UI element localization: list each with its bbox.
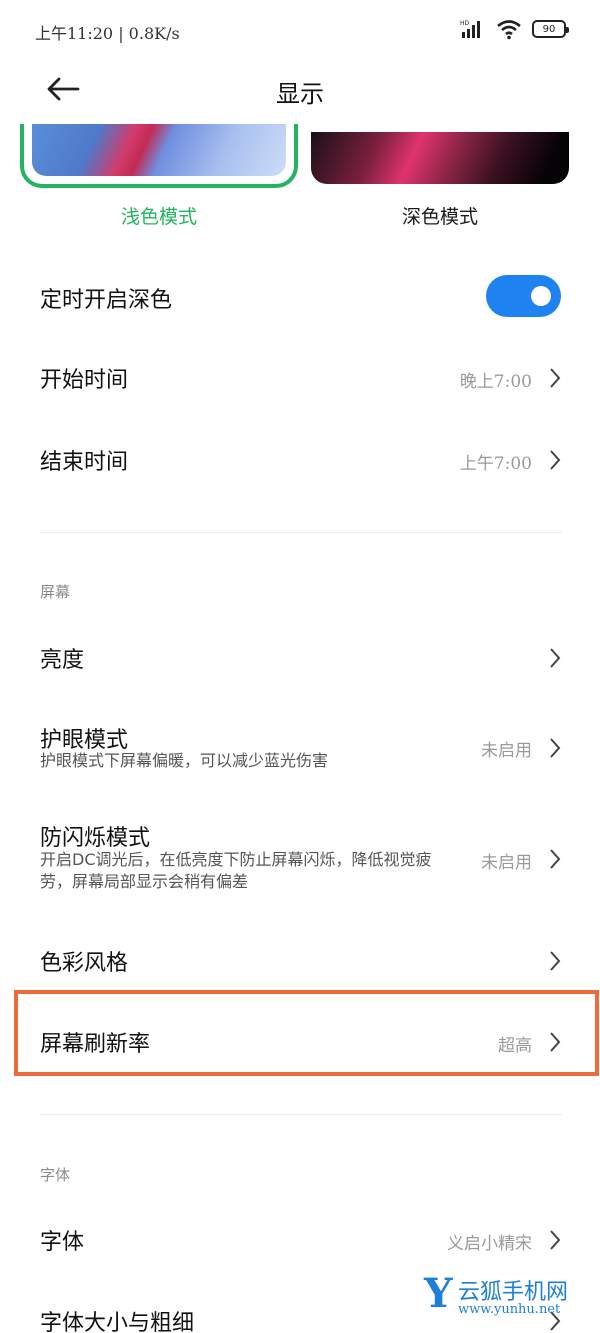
row-color-style[interactable]: 色彩风格 <box>0 945 600 977</box>
light-mode-preview[interactable] <box>20 124 298 188</box>
chevron-right-icon <box>550 648 561 668</box>
battery-level: 90 <box>542 23 556 35</box>
scheduled-dark-title: 定时开启深色 <box>40 288 173 313</box>
color-style-title: 色彩风格 <box>40 951 129 976</box>
end-time-title: 结束时间 <box>40 450 129 475</box>
section-header-font: 字体 <box>40 1166 71 1184</box>
watermark-letter: Y <box>424 1270 453 1317</box>
chevron-right-icon <box>550 1230 561 1250</box>
dark-mode-label[interactable]: 深色模式 <box>311 202 569 229</box>
scheduled-dark-toggle[interactable] <box>486 275 561 317</box>
chevron-right-icon <box>550 951 561 971</box>
row-scheduled-dark[interactable]: 定时开启深色 <box>0 275 600 317</box>
display-settings-page: 上午11:20 | 0.8K/s HD 90 显示 浅色模式 深色模式 定时开启… <box>0 0 600 1333</box>
row-end-time[interactable]: 结束时间 上午7:00 <box>0 444 600 476</box>
status-icons: HD 90 <box>460 18 569 40</box>
battery-icon: 90 <box>532 20 569 38</box>
row-eye-protection[interactable]: 护眼模式 护眼模式下屏幕偏暖，可以减少蓝光伤害 未启用 <box>0 722 600 778</box>
start-time-title: 开始时间 <box>40 368 129 393</box>
status-bar: 上午11:20 | 0.8K/s HD 90 <box>0 0 600 62</box>
theme-selector: 浅色模式 深色模式 <box>0 124 600 242</box>
signal-icon: HD <box>460 20 480 38</box>
watermark-logo: Y 云狐手机网 www.yunhu.net <box>424 1268 600 1328</box>
dark-mode-preview[interactable] <box>311 132 569 184</box>
divider <box>40 1114 562 1115</box>
svg-text:HD: HD <box>460 20 470 27</box>
status-time-speed: 上午11:20 | 0.8K/s <box>35 24 180 43</box>
anti-flicker-value: 未启用 <box>481 853 532 873</box>
light-mode-wallpaper <box>32 124 286 176</box>
highlight-annotation <box>14 990 599 1076</box>
wifi-icon <box>497 20 521 40</box>
toggle-knob <box>531 286 551 306</box>
font-size-weight-title: 字体大小与粗细 <box>40 1311 195 1333</box>
header: 显示 <box>0 62 600 124</box>
start-time-value: 晚上7:00 <box>459 372 532 392</box>
page-title: 显示 <box>276 80 324 108</box>
font-title: 字体 <box>40 1230 85 1255</box>
row-font[interactable]: 字体 义启小精宋 <box>0 1224 600 1256</box>
chevron-right-icon <box>550 738 561 758</box>
chevron-right-icon <box>550 368 561 388</box>
eye-protection-value: 未启用 <box>481 741 532 761</box>
row-brightness[interactable]: 亮度 <box>0 642 600 674</box>
brightness-title: 亮度 <box>40 648 85 673</box>
anti-flicker-title: 防闪烁模式 <box>40 826 151 851</box>
eye-protection-subtitle: 护眼模式下屏幕偏暖，可以减少蓝光伤害 <box>40 751 329 770</box>
end-time-value: 上午7:00 <box>459 454 532 474</box>
anti-flicker-subtitle: 开启DC调光后，在低亮度下防止屏幕闪烁，降低视觉疲劳，屏幕局部显示会稍有偏差 <box>40 850 432 891</box>
section-header-screen: 屏幕 <box>40 583 71 601</box>
font-value: 义启小精宋 <box>447 1234 532 1254</box>
light-mode-label[interactable]: 浅色模式 <box>20 202 298 229</box>
watermark-url: www.yunhu.net <box>458 1302 561 1317</box>
row-anti-flicker[interactable]: 防闪烁模式 开启DC调光后，在低亮度下防止屏幕闪烁，降低视觉疲劳，屏幕局部显示会… <box>0 820 600 898</box>
row-start-time[interactable]: 开始时间 晚上7:00 <box>0 362 600 394</box>
chevron-right-icon <box>550 450 561 470</box>
chevron-right-icon <box>550 849 561 869</box>
divider <box>40 532 562 533</box>
